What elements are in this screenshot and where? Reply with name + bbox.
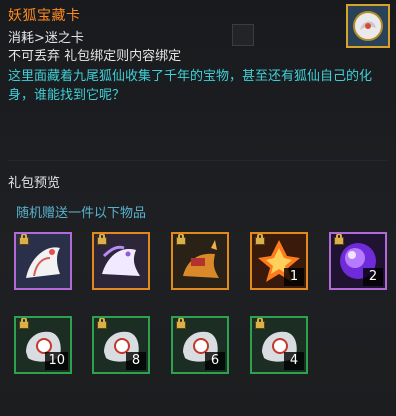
item-count: 8	[126, 352, 146, 370]
reward-slot[interactable]	[171, 232, 229, 290]
fox-card-icon	[346, 4, 390, 48]
lock-icon	[19, 318, 29, 329]
lock-icon	[334, 234, 344, 245]
item-tooltip: 妖狐宝藏卡 消耗>迷之卡 不可丢弃 礼包绑定则内容绑定 这里面藏着九尾狐仙收集了…	[0, 0, 396, 416]
consume-line: 消耗>迷之卡	[8, 31, 84, 46]
background-tab	[232, 24, 254, 46]
reward-slot[interactable]: 6	[171, 316, 229, 374]
bind-line: 不可丢弃 礼包绑定则内容绑定	[8, 49, 182, 64]
preview-heading: 礼包预览	[8, 176, 61, 191]
item-description: 这里面藏着九尾狐仙收集了千年的宝物，甚至还有狐仙自己的化身，谁能找到它呢？	[8, 69, 373, 103]
lock-icon	[255, 234, 265, 245]
item-count: 1	[284, 268, 304, 286]
reward-slot[interactable]	[92, 232, 150, 290]
lock-icon	[97, 318, 107, 329]
lock-icon	[97, 234, 107, 245]
preview-subheading: 随机赠送一件以下物品	[16, 206, 147, 221]
item-count: 2	[363, 268, 383, 286]
lock-icon	[176, 318, 186, 329]
lock-icon	[19, 234, 29, 245]
lock-icon	[176, 234, 186, 245]
divider	[8, 160, 388, 161]
lock-icon	[255, 318, 265, 329]
item-count: 10	[45, 352, 68, 370]
reward-slot[interactable]	[14, 232, 72, 290]
item-count: 4	[284, 352, 304, 370]
reward-slot[interactable]: 10	[14, 316, 72, 374]
reward-slot[interactable]: 8	[92, 316, 150, 374]
reward-slot[interactable]: 4	[250, 316, 308, 374]
item-title: 妖狐宝藏卡	[8, 8, 81, 24]
reward-slot[interactable]: 2	[329, 232, 387, 290]
item-count: 6	[205, 352, 225, 370]
reward-slot[interactable]: 1	[250, 232, 308, 290]
